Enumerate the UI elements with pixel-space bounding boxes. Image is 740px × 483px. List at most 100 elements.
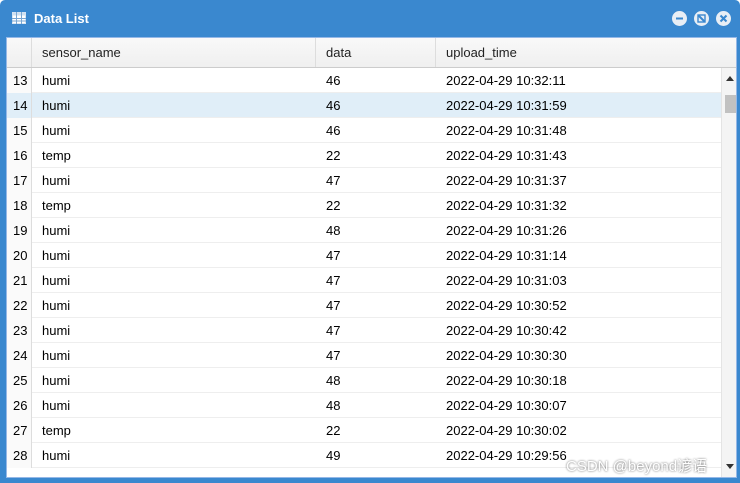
row-number: 26 (7, 393, 32, 418)
cell-upload-time: 2022-04-29 10:31:26 (446, 223, 567, 238)
column-header-data[interactable]: data (316, 38, 436, 67)
cell-sensor-name: humi (42, 273, 71, 288)
table-icon (12, 12, 26, 24)
cell-upload-time: 2022-04-29 10:32:11 (446, 73, 566, 88)
grid-body: 13 humi 46 2022-04-29 10:32:11 14 humi 46 2022-… (7, 68, 721, 477)
maximize-icon (697, 14, 706, 23)
grid-header: sensor_name data upload_time (7, 38, 736, 68)
cell-data: 47 (326, 273, 341, 288)
table-row[interactable]: 17 humi 47 2022-04-29 10:31:37 (7, 168, 721, 193)
table-row[interactable]: 18 temp 22 2022-04-29 10:31:32 (7, 193, 721, 218)
cell-sensor-name: humi (42, 323, 71, 338)
row-number: 17 (7, 168, 32, 193)
cell-sensor-name: temp (42, 148, 71, 163)
cell-data: 47 (326, 323, 341, 338)
cell-data: 48 (326, 373, 341, 388)
cell-upload-time: 2022-04-29 10:31:59 (446, 98, 567, 113)
table-row[interactable]: 16 temp 22 2022-04-29 10:31:43 (7, 143, 721, 168)
cell-data: 46 (326, 98, 341, 113)
cell-sensor-name: humi (42, 173, 71, 188)
row-number: 21 (7, 268, 32, 293)
cell-data: 49 (326, 448, 341, 463)
row-number: 16 (7, 143, 32, 168)
table-row[interactable]: 26 humi 48 2022-04-29 10:30:07 (7, 393, 721, 418)
row-number: 22 (7, 293, 32, 318)
cell-sensor-name: humi (42, 223, 71, 238)
cell-upload-time: 2022-04-29 10:31:48 (446, 123, 567, 138)
row-number: 25 (7, 368, 32, 393)
cell-sensor-name: temp (42, 423, 71, 438)
cell-sensor-name: humi (42, 123, 71, 138)
column-header-upload-time[interactable]: upload_time (436, 38, 736, 67)
column-header-sensor-name[interactable]: sensor_name (32, 38, 316, 67)
table-row[interactable]: 24 humi 47 2022-04-29 10:30:30 (7, 343, 721, 368)
cell-data: 47 (326, 173, 341, 188)
row-number: 24 (7, 343, 32, 368)
window-titlebar[interactable]: Data List (0, 0, 740, 37)
cell-upload-time: 2022-04-29 10:31:32 (446, 198, 567, 213)
table-row[interactable]: 20 humi 47 2022-04-29 10:31:14 (7, 243, 721, 268)
cell-data: 22 (326, 423, 341, 438)
cell-sensor-name: temp (42, 198, 71, 213)
cell-sensor-name: humi (42, 398, 71, 413)
table-row[interactable]: 14 humi 46 2022-04-29 10:31:59 (7, 93, 721, 118)
cell-upload-time: 2022-04-29 10:31:03 (446, 273, 567, 288)
cell-sensor-name: humi (42, 348, 71, 363)
cell-sensor-name: humi (42, 248, 71, 263)
row-number: 27 (7, 418, 32, 443)
vertical-scrollbar[interactable] (721, 68, 736, 477)
cell-data: 46 (326, 73, 341, 88)
row-number: 13 (7, 68, 32, 93)
cell-data: 46 (326, 123, 341, 138)
cell-sensor-name: humi (42, 298, 71, 313)
cell-upload-time: 2022-04-29 10:31:14 (446, 248, 567, 263)
row-number: 23 (7, 318, 32, 343)
table-row[interactable]: 21 humi 47 2022-04-29 10:31:03 (7, 268, 721, 293)
cell-upload-time: 2022-04-29 10:29:56 (446, 448, 567, 463)
cell-data: 48 (326, 398, 341, 413)
cell-upload-time: 2022-04-29 10:31:37 (446, 173, 567, 188)
cell-sensor-name: humi (42, 73, 71, 88)
cell-upload-time: 2022-04-29 10:30:07 (446, 398, 567, 413)
cell-upload-time: 2022-04-29 10:30:30 (446, 348, 567, 363)
cell-upload-time: 2022-04-29 10:30:52 (446, 298, 567, 313)
cell-upload-time: 2022-04-29 10:31:43 (446, 148, 567, 163)
cell-data: 47 (326, 348, 341, 363)
cell-data: 48 (326, 223, 341, 238)
cell-sensor-name: humi (42, 373, 71, 388)
cell-upload-time: 2022-04-29 10:30:18 (446, 373, 567, 388)
row-number: 20 (7, 243, 32, 268)
table-row[interactable]: 27 temp 22 2022-04-29 10:30:02 (7, 418, 721, 443)
cell-data: 47 (326, 248, 341, 263)
watermark: CSDN @beyond谚语 (566, 458, 708, 475)
scroll-up-arrow-icon[interactable] (726, 76, 734, 81)
cell-data: 22 (326, 198, 341, 213)
maximize-button[interactable] (694, 11, 709, 26)
cell-data: 47 (326, 298, 341, 313)
scroll-down-arrow-icon[interactable] (726, 464, 734, 469)
table-row[interactable]: 15 humi 46 2022-04-29 10:31:48 (7, 118, 721, 143)
scrollbar-thumb[interactable] (725, 95, 736, 113)
cell-sensor-name: humi (42, 448, 71, 463)
row-number: 18 (7, 193, 32, 218)
table-row[interactable]: 19 humi 48 2022-04-29 10:31:26 (7, 218, 721, 243)
table-row[interactable]: 25 humi 48 2022-04-29 10:30:18 (7, 368, 721, 393)
minimize-icon (676, 17, 683, 20)
minimize-button[interactable] (672, 11, 687, 26)
table-row[interactable]: 22 humi 47 2022-04-29 10:30:52 (7, 293, 721, 318)
data-list-window: Data List sensor_name data upload_time 1… (0, 0, 740, 483)
row-number: 19 (7, 218, 32, 243)
cell-upload-time: 2022-04-29 10:30:02 (446, 423, 567, 438)
cell-data: 22 (326, 148, 341, 163)
row-number: 15 (7, 118, 32, 143)
table-row[interactable]: 23 humi 47 2022-04-29 10:30:42 (7, 318, 721, 343)
row-number: 28 (7, 443, 32, 468)
data-grid: sensor_name data upload_time 13 humi 46 202… (6, 37, 737, 478)
cell-upload-time: 2022-04-29 10:30:42 (446, 323, 567, 338)
window-title: Data List (34, 11, 89, 26)
close-button[interactable] (716, 11, 731, 26)
table-row[interactable]: 13 humi 46 2022-04-29 10:32:11 (7, 68, 721, 93)
row-number: 14 (7, 93, 32, 118)
cell-sensor-name: humi (42, 98, 71, 113)
column-header-rownum (7, 38, 32, 67)
